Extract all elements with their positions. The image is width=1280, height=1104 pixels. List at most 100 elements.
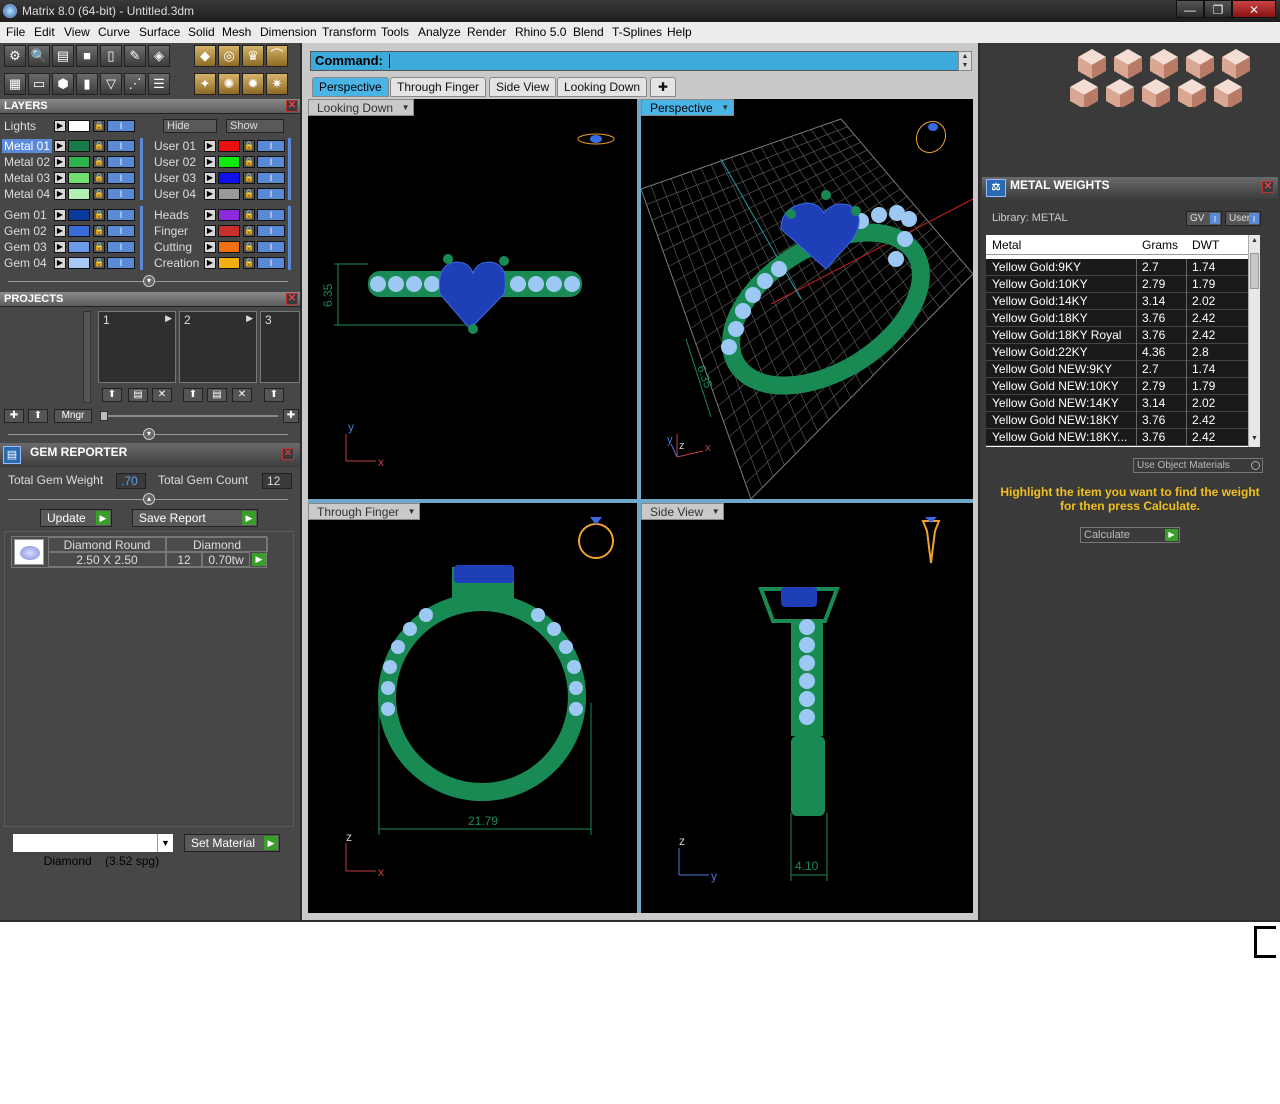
layer-color-swatch[interactable] xyxy=(218,172,240,184)
material-select[interactable]: Diamond (3.52 spg) ▼ xyxy=(12,833,174,868)
layer-arrow-icon[interactable]: ▶ xyxy=(54,209,66,221)
metal-row[interactable]: Yellow Gold:14KY 3.14 2.02 xyxy=(986,293,1248,310)
viewport-label-looking-down[interactable]: Looking Down ▼ xyxy=(308,99,415,116)
project-slot-1[interactable]: 1 ▶ xyxy=(98,311,176,383)
viewport-perspective[interactable]: 6.35 y z x Perspective ▼ xyxy=(641,99,973,499)
layer-row[interactable]: Cutting ▶ 🔒 I xyxy=(150,239,292,255)
command-scroll-icon[interactable]: ▲ ▼ xyxy=(958,51,972,71)
layer-visibility-toggle[interactable]: I xyxy=(257,225,285,237)
list-tool-icon[interactable]: ☰ xyxy=(148,73,170,95)
project-save-button[interactable]: ▤ xyxy=(207,388,227,402)
layer-row[interactable]: Creation ▶ 🔒 I xyxy=(150,255,292,271)
menu-analyze[interactable]: Analyze xyxy=(418,25,461,39)
layers-collapse-icon[interactable]: ▾ xyxy=(143,275,155,287)
layer-color-swatch[interactable] xyxy=(218,188,240,200)
close-button[interactable]: ✕ xyxy=(1232,0,1276,18)
layer-lock-icon[interactable]: 🔒 xyxy=(243,241,255,253)
menu-render[interactable]: Render xyxy=(467,25,506,39)
tab-side-view[interactable]: Side View xyxy=(489,77,557,97)
pave-tool-icon[interactable]: ✺ xyxy=(218,73,240,95)
menu-help[interactable]: Help xyxy=(667,25,692,39)
layer-arrow-icon[interactable]: ▶ xyxy=(54,225,66,237)
chevron-down-icon[interactable]: ▼ xyxy=(710,506,721,517)
layer-color-swatch[interactable] xyxy=(218,257,240,269)
layer-lock-icon[interactable]: 🔒 xyxy=(93,188,105,200)
menu-rhino[interactable]: Rhino 5.0 xyxy=(515,25,566,39)
menu-blend[interactable]: Blend xyxy=(573,25,604,39)
layer-arrow-icon[interactable]: ▶ xyxy=(54,188,66,200)
layer-arrow-icon[interactable]: ▶ xyxy=(54,156,66,168)
layer-tool-icon[interactable]: ▤ xyxy=(52,45,74,67)
menu-dimension[interactable]: Dimension xyxy=(260,25,317,39)
lights-visibility-toggle[interactable]: I xyxy=(107,120,135,132)
layer-visibility-toggle[interactable]: I xyxy=(107,188,135,200)
layer-lock-icon[interactable]: 🔒 xyxy=(243,209,255,221)
settings-tool-icon[interactable]: ⚙ xyxy=(4,45,26,67)
layer-lock-icon[interactable]: 🔒 xyxy=(93,225,105,237)
layer-color-swatch[interactable] xyxy=(68,209,90,221)
viewport-label-side-view[interactable]: Side View ▼ xyxy=(641,503,725,520)
projects-scrollbar[interactable] xyxy=(83,311,91,403)
gem-reporter-collapse-icon[interactable]: ▴ xyxy=(143,493,155,505)
scroll-down-icon[interactable]: ▼ xyxy=(1250,435,1259,444)
layer-arrow-icon[interactable]: ▶ xyxy=(54,172,66,184)
layer-visibility-toggle[interactable]: I xyxy=(257,188,285,200)
lights-arrow-icon[interactable]: ▶ xyxy=(54,120,66,132)
menu-curve[interactable]: Curve xyxy=(98,25,130,39)
layer-visibility-toggle[interactable]: I xyxy=(107,257,135,269)
gem-select-icon[interactable]: ▶ xyxy=(252,553,266,566)
grid-tool-icon[interactable]: ▦ xyxy=(4,73,26,95)
projects-close-icon[interactable]: ✕ xyxy=(286,293,298,305)
layer-color-swatch[interactable] xyxy=(68,140,90,152)
gallery-tool-icon[interactable]: ✷ xyxy=(266,73,288,95)
layers-close-icon[interactable]: ✕ xyxy=(286,100,298,112)
hide-button[interactable]: Hide xyxy=(163,119,217,133)
layer-visibility-toggle[interactable]: I xyxy=(257,172,285,184)
layer-arrow-icon[interactable]: ▶ xyxy=(204,209,216,221)
project-slot-2[interactable]: 2 ▶ xyxy=(179,311,257,383)
chevron-down-icon[interactable]: ▼ xyxy=(157,834,173,852)
layer-lock-icon[interactable]: 🔒 xyxy=(243,225,255,237)
update-button[interactable]: Update ▶ xyxy=(40,509,112,527)
layer-lock-icon[interactable]: 🔒 xyxy=(93,241,105,253)
project-add-button[interactable]: ✚ xyxy=(4,409,24,423)
projects-collapse-icon[interactable]: ▾ xyxy=(143,428,155,440)
layer-lock-icon[interactable]: 🔒 xyxy=(93,209,105,221)
layer-lock-icon[interactable]: 🔒 xyxy=(93,140,105,152)
layer-lock-icon[interactable]: 🔒 xyxy=(93,172,105,184)
tab-perspective[interactable]: Perspective xyxy=(312,77,389,97)
project-up-button[interactable]: ⬆ xyxy=(183,388,203,402)
menu-surface[interactable]: Surface xyxy=(139,25,180,39)
project-delete-button[interactable]: ✕ xyxy=(232,388,252,402)
document-tool-icon[interactable]: ▯ xyxy=(100,45,122,67)
zoom-tool-icon[interactable]: 🔍 xyxy=(28,45,50,67)
layer-lock-icon[interactable]: 🔒 xyxy=(243,188,255,200)
restore-button[interactable]: ❐ xyxy=(1204,0,1232,18)
viewport-label-through-finger[interactable]: Through Finger ▼ xyxy=(308,503,421,520)
viewport-label-perspective[interactable]: Perspective ▼ xyxy=(641,99,734,116)
metal-weights-scrollbar[interactable]: ▲ ▼ xyxy=(1248,235,1260,447)
menu-tools[interactable]: Tools xyxy=(381,25,409,39)
tab-through-finger[interactable]: Through Finger xyxy=(390,77,487,97)
gv-library-button[interactable]: GV I xyxy=(1186,211,1222,226)
bezel-tool-icon[interactable]: ✹ xyxy=(242,73,264,95)
layer-arrow-icon[interactable]: ▶ xyxy=(204,241,216,253)
material-cube-palette[interactable] xyxy=(1070,43,1250,109)
metal-row[interactable]: Yellow Gold NEW:18KY... 3.76 2.42 xyxy=(986,429,1248,446)
metal-row[interactable]: Yellow Gold NEW:10KY 2.79 1.79 xyxy=(986,378,1248,395)
layer-row[interactable]: User 03 ▶ 🔒 I xyxy=(150,170,292,186)
layer-lock-icon[interactable]: 🔒 xyxy=(93,257,105,269)
set-material-button[interactable]: Set Material ▶ xyxy=(184,834,280,852)
layer-lock-icon[interactable]: 🔒 xyxy=(93,156,105,168)
projects-slider-track[interactable] xyxy=(100,415,278,417)
cube-tool-icon[interactable]: ◈ xyxy=(148,45,170,67)
layer-row[interactable]: Metal 02 ▶ 🔒 I xyxy=(0,154,142,170)
viewport-through-finger[interactable]: 21.79 z x Through Finger ▼ xyxy=(308,503,637,913)
project-up-button[interactable]: ⬆ xyxy=(102,388,122,402)
layer-visibility-toggle[interactable]: I xyxy=(257,257,285,269)
layer-color-swatch[interactable] xyxy=(68,225,90,237)
layer-row[interactable]: Finger ▶ 🔒 I xyxy=(150,223,292,239)
viewport-looking-down[interactable]: 6.35 y x Looking Down ▼ xyxy=(308,99,637,499)
menu-transform[interactable]: Transform xyxy=(322,25,376,39)
layer-arrow-icon[interactable]: ▶ xyxy=(54,241,66,253)
